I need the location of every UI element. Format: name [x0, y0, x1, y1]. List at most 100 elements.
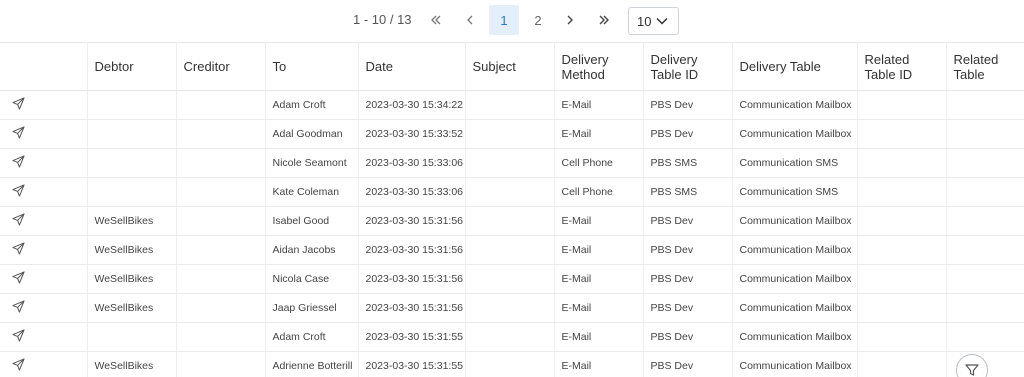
cell-debtor: WeSellBikes: [87, 206, 177, 236]
cell-date: 2023-03-30 15:33:06: [358, 177, 466, 207]
cell-debtor: WeSellBikes: [87, 351, 177, 377]
cell-subject: [465, 119, 555, 149]
page-size-select[interactable]: 10: [628, 7, 679, 35]
column-header-debtor[interactable]: Debtor: [87, 42, 177, 91]
cell-date: 2023-03-30 15:33:06: [358, 148, 466, 178]
cell-action: [0, 119, 88, 149]
cell-delivery-method: E-Mail: [554, 206, 644, 236]
cell-delivery-table: Communication SMS: [732, 148, 858, 178]
table-row[interactable]: Adam Croft 2023-03-30 15:31:55 E-Mail PBS D…: [0, 322, 1024, 352]
column-header-delivery-table[interactable]: Delivery Table: [732, 42, 858, 91]
cell-to: Adal Goodman: [265, 119, 359, 149]
prev-page-button[interactable]: [455, 5, 485, 35]
cell-date: 2023-03-30 15:33:52: [358, 119, 466, 149]
cell-subject: [465, 206, 555, 236]
table-row[interactable]: Adal Goodman 2023-03-30 15:33:52 E-Mail PBS…: [0, 119, 1024, 149]
cell-delivery-method: E-Mail: [554, 351, 644, 377]
cell-related-table-id: [857, 293, 947, 323]
page-button-1[interactable]: 1: [489, 5, 519, 35]
cell-delivery-table-id: PBS Dev: [643, 90, 733, 120]
cell-related-table: [946, 293, 1024, 323]
cell-subject: [465, 148, 555, 178]
cell-delivery-table: Communication Mailbox: [732, 206, 858, 236]
last-page-button[interactable]: [589, 5, 619, 35]
cell-creditor: [176, 264, 266, 294]
cell-action: [0, 264, 88, 294]
cell-related-table: [946, 148, 1024, 178]
cell-related-table: [946, 322, 1024, 352]
table-row[interactable]: WeSellBikes Aidan Jacobs 2023-03-30 15:31:…: [0, 235, 1024, 265]
cell-date: 2023-03-30 15:31:55: [358, 351, 466, 377]
cell-date: 2023-03-30 15:31:56: [358, 264, 466, 294]
cell-date: 2023-03-30 15:31:56: [358, 206, 466, 236]
page-button-2[interactable]: 2: [523, 5, 553, 35]
cell-related-table: [946, 90, 1024, 120]
table-row[interactable]: Nicole Seamont 2023-03-30 15:33:06 Cell Ph…: [0, 148, 1024, 178]
send-icon[interactable]: [12, 184, 25, 197]
send-icon[interactable]: [12, 213, 25, 226]
cell-related-table-id: [857, 90, 947, 120]
cell-action: [0, 351, 88, 377]
cell-to: Isabel Good: [265, 206, 359, 236]
table-row[interactable]: WeSellBikes Nicola Case 2023-03-30 15:31:5…: [0, 264, 1024, 294]
cell-delivery-table: Communication Mailbox: [732, 235, 858, 265]
cell-delivery-method: E-Mail: [554, 264, 644, 294]
cell-delivery-table: Communication Mailbox: [732, 90, 858, 120]
cell-to: Nicole Seamont: [265, 148, 359, 178]
cell-creditor: [176, 177, 266, 207]
cell-debtor: [87, 119, 177, 149]
cell-subject: [465, 293, 555, 323]
send-icon[interactable]: [12, 97, 25, 110]
cell-related-table-id: [857, 351, 947, 377]
cell-debtor: [87, 90, 177, 120]
send-icon[interactable]: [12, 358, 25, 371]
column-header-date[interactable]: Date: [358, 42, 466, 91]
table-row[interactable]: Kate Coleman 2023-03-30 15:33:06 Cell Phon…: [0, 177, 1024, 207]
cell-subject: [465, 235, 555, 265]
cell-delivery-table-id: PBS Dev: [643, 293, 733, 323]
cell-action: [0, 293, 88, 323]
cell-related-table-id: [857, 235, 947, 265]
pagination-bar: 1 - 10 / 13 1 2 10: [0, 5, 1024, 35]
table-row[interactable]: WeSellBikes Jaap Griessel 2023-03-30 15:31…: [0, 293, 1024, 323]
cell-debtor: WeSellBikes: [87, 293, 177, 323]
chevron-right-icon: [567, 15, 573, 25]
column-header-related-table[interactable]: Related Table: [946, 42, 1024, 91]
column-header-to[interactable]: To: [265, 42, 359, 91]
column-header-creditor[interactable]: Creditor: [176, 42, 266, 91]
send-icon[interactable]: [12, 329, 25, 342]
next-page-button[interactable]: [555, 5, 585, 35]
cell-creditor: [176, 90, 266, 120]
send-icon[interactable]: [12, 300, 25, 313]
cell-related-table-id: [857, 206, 947, 236]
cell-delivery-table-id: PBS SMS: [643, 148, 733, 178]
column-header-delivery-table-id[interactable]: Delivery Table ID: [643, 42, 733, 91]
cell-delivery-table-id: PBS Dev: [643, 322, 733, 352]
cell-related-table: [946, 235, 1024, 265]
send-icon[interactable]: [12, 271, 25, 284]
table-row[interactable]: Adam Croft 2023-03-30 15:34:22 E-Mail PBS D…: [0, 90, 1024, 120]
cell-delivery-table: Communication Mailbox: [732, 293, 858, 323]
cell-delivery-table: Communication Mailbox: [732, 264, 858, 294]
cell-related-table: [946, 177, 1024, 207]
table-row[interactable]: WeSellBikes Adrienne Botterill 2023-03-30 …: [0, 351, 1024, 377]
cell-creditor: [176, 293, 266, 323]
chevron-left-icon: [467, 15, 473, 25]
cell-delivery-method: E-Mail: [554, 293, 644, 323]
column-header-actions: [0, 42, 88, 91]
column-header-subject[interactable]: Subject: [465, 42, 555, 91]
table-row[interactable]: WeSellBikes Isabel Good 2023-03-30 15:31:5…: [0, 206, 1024, 236]
cell-date: 2023-03-30 15:34:22: [358, 90, 466, 120]
column-header-related-table-id[interactable]: Related Table ID: [857, 42, 947, 91]
cell-date: 2023-03-30 15:31:56: [358, 293, 466, 323]
send-icon[interactable]: [12, 155, 25, 168]
cell-subject: [465, 264, 555, 294]
cell-delivery-method: E-Mail: [554, 119, 644, 149]
pagination-range: 1 - 10 / 13: [353, 12, 412, 27]
cell-related-table: [946, 264, 1024, 294]
column-header-delivery-method[interactable]: Delivery Method: [554, 42, 644, 91]
send-icon[interactable]: [12, 242, 25, 255]
first-page-button[interactable]: [421, 5, 451, 35]
cell-to: Jaap Griessel: [265, 293, 359, 323]
send-icon[interactable]: [12, 126, 25, 139]
